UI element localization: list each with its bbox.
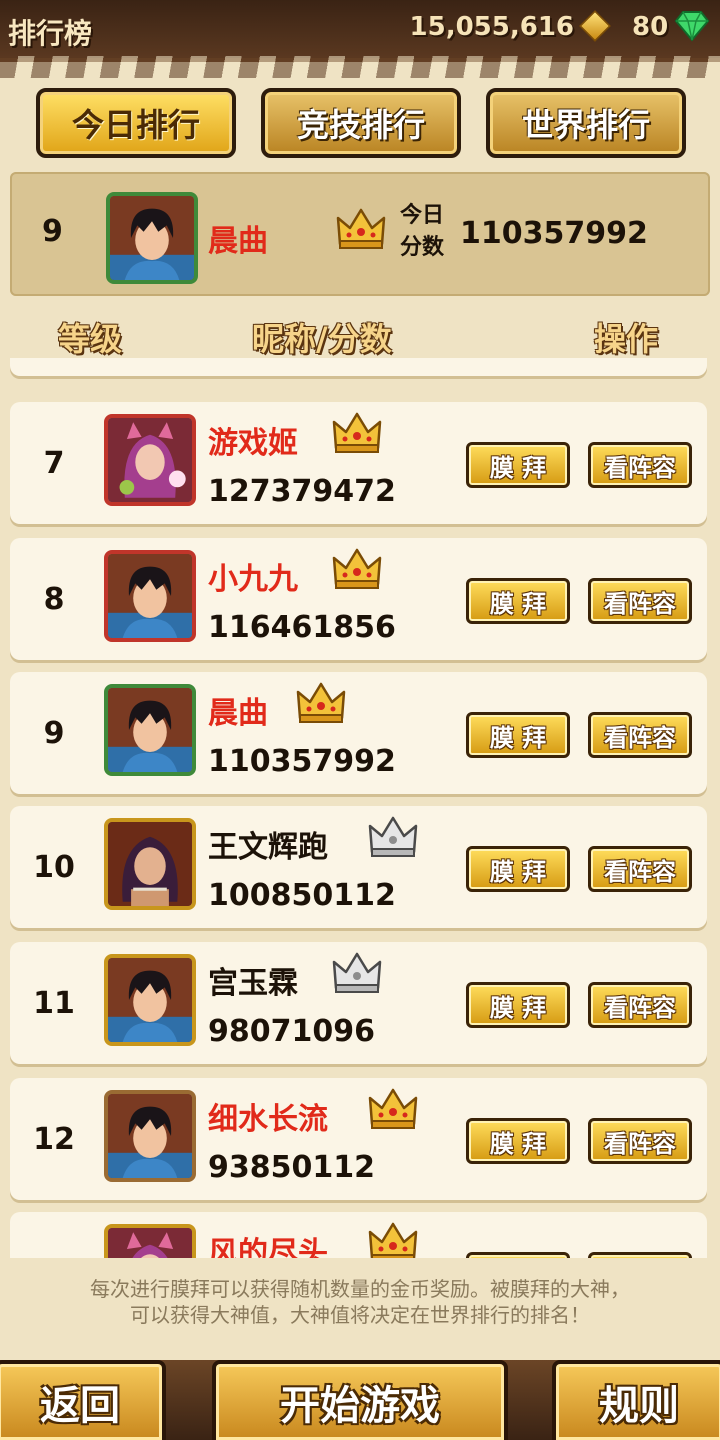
start-game-button[interactable]: 开始游戏 <box>212 1360 508 1440</box>
hero-portrait-icon <box>110 196 194 280</box>
my-avatar <box>106 192 198 284</box>
rank-number: 7 <box>43 446 65 481</box>
list-item: 10 王文辉跑 100850112 膜 拜 看阵容 <box>10 806 707 928</box>
player-name: 游戏姬 <box>208 426 298 461</box>
avatar[interactable] <box>104 550 196 642</box>
worship-button[interactable]: 膜 拜 <box>466 982 570 1028</box>
hero-portrait-icon <box>108 958 192 1042</box>
tip-line-1: 每次进行膜拜可以获得随机数量的金币奖励。被膜拜的大神， <box>90 1277 630 1301</box>
my-score: 110357992 <box>460 216 648 251</box>
gold-crown-icon <box>368 1088 418 1130</box>
avatar[interactable] <box>104 1224 196 1258</box>
view-lineup-button[interactable]: 看阵容 <box>588 1118 692 1164</box>
gold-amount: 15,055,616 <box>409 12 574 42</box>
my-name: 晨曲 <box>208 224 268 259</box>
list-item: 13 风的尽头 膜 拜 看阵容 <box>10 1212 707 1258</box>
worship-button[interactable]: 膜 拜 <box>466 578 570 624</box>
player-score: 98071096 <box>208 1014 375 1049</box>
rank-number: 11 <box>33 986 75 1021</box>
list-item: 12 细水长流 93850112 膜 拜 看阵容 <box>10 1078 707 1200</box>
rank-number: 12 <box>33 1122 75 1157</box>
worship-button[interactable]: 膜 拜 <box>466 712 570 758</box>
tip-line-2: 可以获得大神值，大神值将决定在世界排行的排名！ <box>130 1303 590 1327</box>
worship-tip: 每次进行膜拜可以获得随机数量的金币奖励。被膜拜的大神， 可以获得大神值，大神值将… <box>0 1276 720 1346</box>
view-lineup-button[interactable]: 看阵容 <box>588 712 692 758</box>
page-title: 排行榜 <box>8 17 93 50</box>
player-name: 宫玉霖 <box>208 966 298 1001</box>
list-item <box>10 358 707 376</box>
view-lineup-button[interactable]: 看阵容 <box>588 846 692 892</box>
view-lineup-button[interactable]: 看阵容 <box>588 578 692 624</box>
player-score: 127379472 <box>208 474 396 509</box>
hero-portrait-icon <box>108 554 192 638</box>
list-item: 9 晨曲 110357992 膜 拜 看阵容 <box>10 672 707 794</box>
player-score: 100850112 <box>208 878 396 913</box>
list-item: 8 小九九 116461856 膜 拜 看阵容 <box>10 538 707 660</box>
hero-portrait-icon <box>108 688 192 772</box>
player-score: 116461856 <box>208 610 396 645</box>
player-name: 王文辉跑 <box>208 830 328 865</box>
worship-button[interactable]: 膜 拜 <box>466 846 570 892</box>
rules-button[interactable]: 规则 <box>552 1360 720 1440</box>
gold-crown-icon <box>332 548 382 590</box>
hero-portrait-icon <box>108 1228 192 1258</box>
worship-button[interactable]: 膜 拜 <box>466 1118 570 1164</box>
gold-crown-icon <box>368 1222 418 1258</box>
view-lineup-button[interactable]: 看阵容 <box>588 1252 692 1258</box>
tab-today-rank[interactable]: 今日排行 <box>36 88 236 158</box>
rank-number: 10 <box>33 850 75 885</box>
player-score: 93850112 <box>208 1150 375 1185</box>
rank-number: 8 <box>43 582 65 617</box>
gem-amount: 80 <box>632 12 669 42</box>
silver-crown-icon <box>368 816 418 858</box>
hero-portrait-icon <box>108 822 192 906</box>
player-score: 110357992 <box>208 744 396 779</box>
column-header-level: 等级 <box>58 320 123 358</box>
gold-crown-icon <box>336 208 386 250</box>
player-name: 风的尽头 <box>208 1236 328 1258</box>
list-item: 11 宫玉霖 98071096 膜 拜 看阵容 <box>10 942 707 1064</box>
rank-list[interactable]: 7 游戏姬 127379472 膜 拜 看阵容 8 小九九 116461856 … <box>0 358 720 1258</box>
back-button[interactable]: 返回 <box>0 1360 166 1440</box>
avatar[interactable] <box>104 818 196 910</box>
worship-button[interactable]: 膜 拜 <box>466 1252 570 1258</box>
avatar[interactable] <box>104 414 196 506</box>
my-rank-number: 9 <box>42 214 63 249</box>
player-name: 细水长流 <box>208 1102 328 1137</box>
tab-world-rank[interactable]: 世界排行 <box>486 88 686 158</box>
top-bar <box>0 0 720 62</box>
diamond-icon <box>674 11 710 42</box>
tab-arena-rank[interactable]: 竞技排行 <box>261 88 461 158</box>
hero-portrait-icon <box>108 1094 192 1178</box>
player-name: 小九九 <box>208 562 298 597</box>
avatar[interactable] <box>104 684 196 776</box>
player-name: 晨曲 <box>208 696 268 731</box>
avatar[interactable] <box>104 954 196 1046</box>
silver-crown-icon <box>332 952 382 994</box>
avatar[interactable] <box>104 1090 196 1182</box>
my-rank-panel: 9 晨曲 今日分数 110357992 <box>10 172 710 296</box>
column-header-action: 操作 <box>594 320 659 358</box>
today-score-label: 今日分数 <box>400 203 445 260</box>
gold-crown-icon <box>296 682 346 724</box>
list-item: 7 游戏姬 127379472 膜 拜 看阵容 <box>10 402 707 524</box>
view-lineup-button[interactable]: 看阵容 <box>588 982 692 1028</box>
hero-portrait-icon <box>108 418 192 502</box>
worship-button[interactable]: 膜 拜 <box>466 442 570 488</box>
column-header-nickname-score: 昵称/分数 <box>252 320 392 358</box>
top-bar-torn-edge <box>0 56 720 78</box>
gold-crown-icon <box>332 412 382 454</box>
rank-number: 9 <box>43 716 65 751</box>
view-lineup-button[interactable]: 看阵容 <box>588 442 692 488</box>
